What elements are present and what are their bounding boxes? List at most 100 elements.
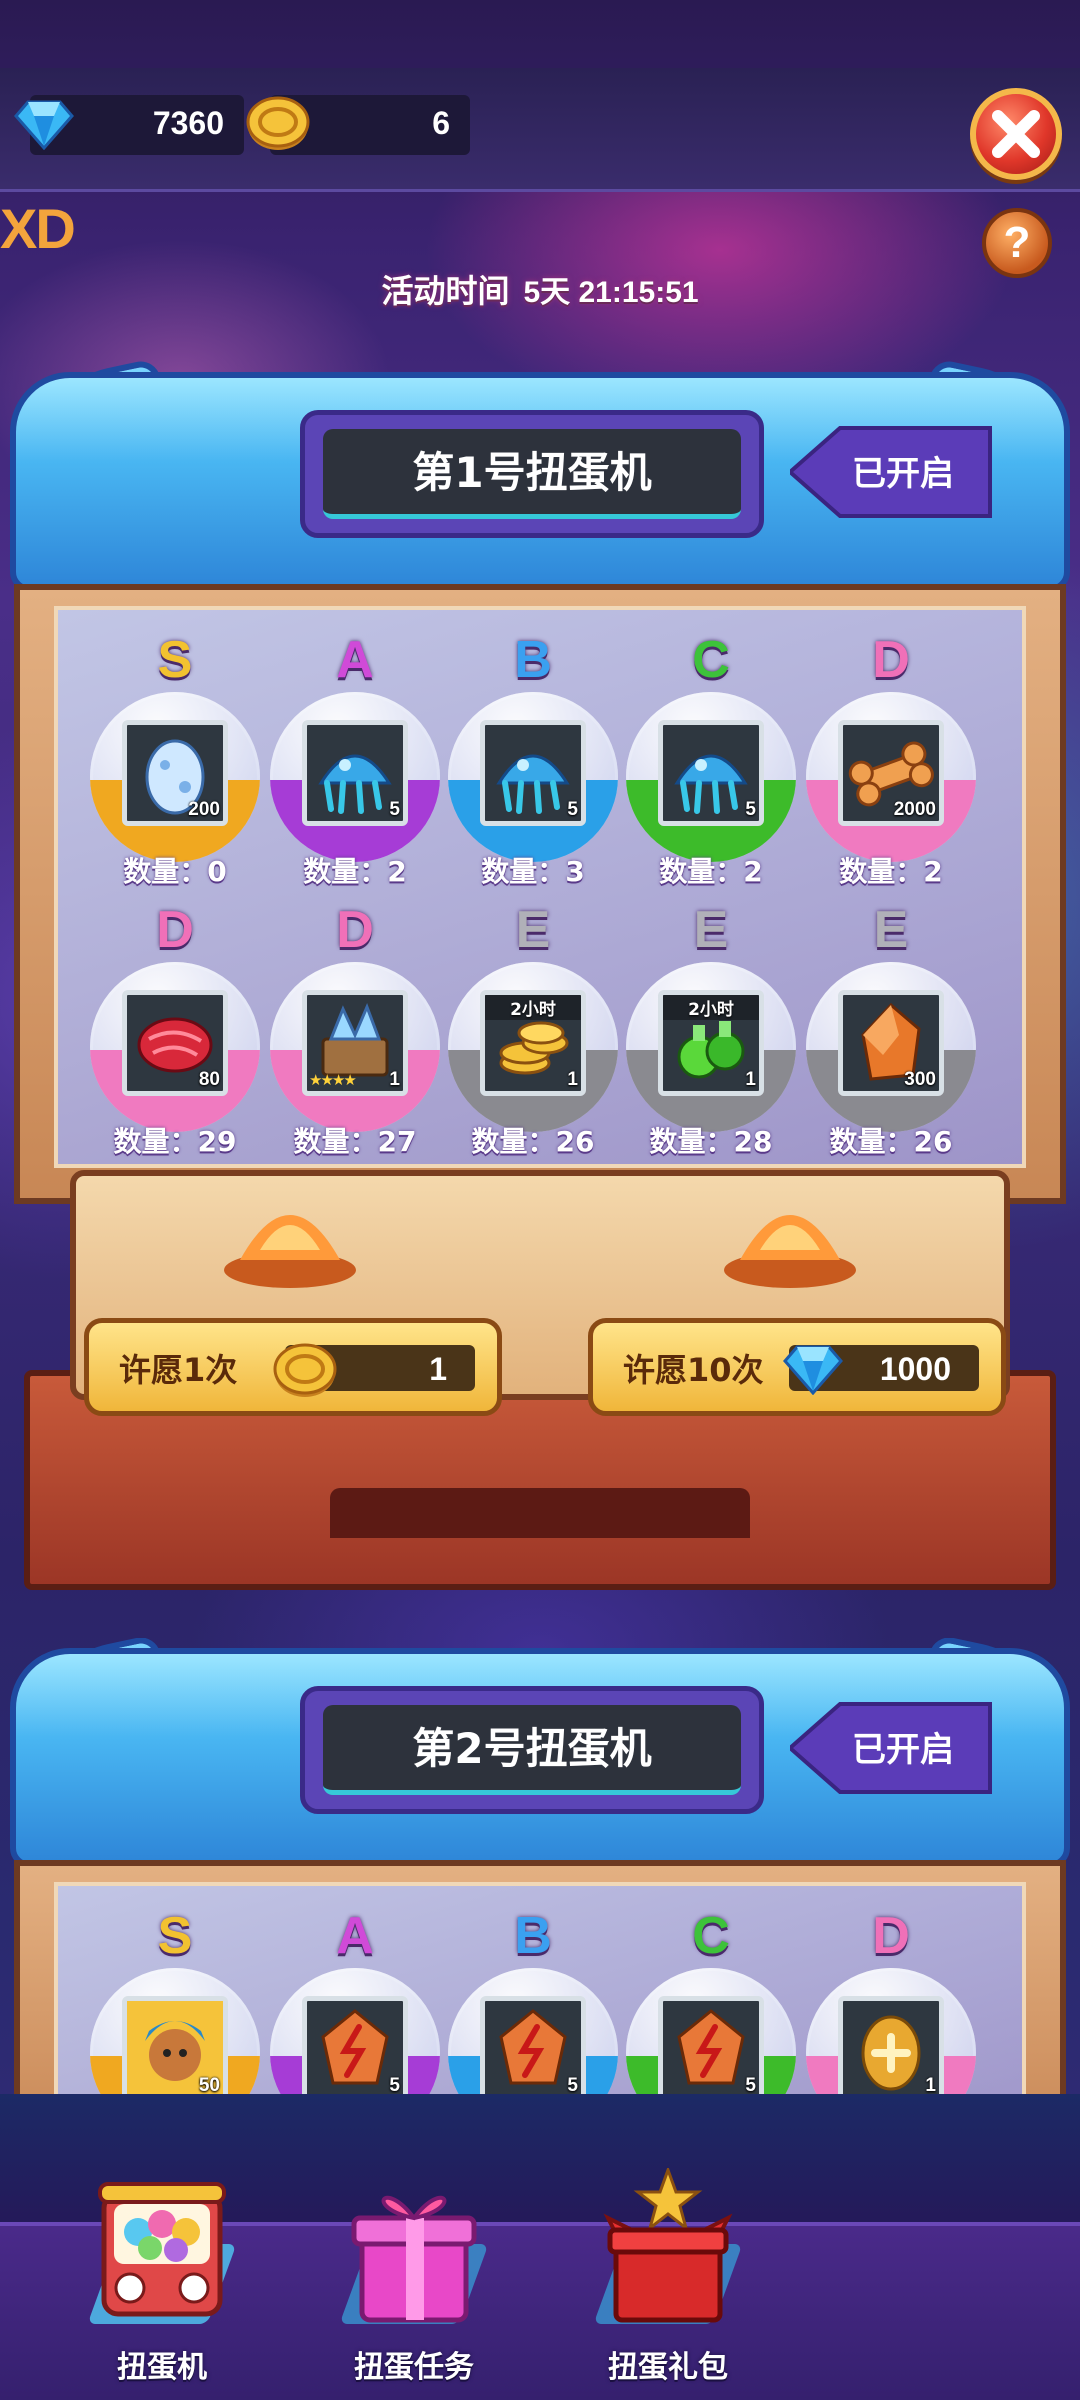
item-slot: 5 bbox=[658, 1996, 764, 2094]
item-slot: 5 bbox=[658, 720, 764, 826]
machine-title: 第2号扭蛋机 bbox=[323, 1705, 741, 1795]
capsule-ball[interactable]: 200 bbox=[90, 692, 260, 862]
capsule-grade: E bbox=[515, 901, 551, 959]
capsule-grade: B bbox=[514, 1907, 552, 1965]
capsule-quantity: 数量：2 bbox=[303, 855, 407, 888]
currency-bar: 7360 6 bbox=[0, 68, 1080, 192]
coin-icon bbox=[246, 96, 310, 150]
nav-label: 扭蛋礼包 bbox=[608, 2350, 728, 2385]
coin-icon bbox=[273, 1343, 337, 1397]
gem-icon bbox=[783, 1345, 843, 1395]
capsule-ball[interactable]: 5 bbox=[270, 1968, 440, 2094]
capsule-quantity: 数量：26 bbox=[829, 1125, 953, 1158]
wish-once-cost-value: 1 bbox=[429, 1351, 447, 1387]
item-count-badge: 5 bbox=[745, 2075, 756, 2094]
capsule-ball[interactable]: 5 bbox=[626, 692, 796, 862]
machine-title: 第1号扭蛋机 bbox=[323, 429, 741, 519]
nav-label: 扭蛋任务 bbox=[354, 2350, 474, 2385]
item-count-badge: 2000 bbox=[893, 799, 936, 820]
item-count-badge: 300 bbox=[904, 1069, 936, 1090]
press-button-left[interactable] bbox=[220, 1180, 360, 1290]
machine-status-tag: 已开启 bbox=[790, 426, 992, 518]
item-count-badge: 200 bbox=[188, 799, 220, 820]
wish-ten-button[interactable]: 许愿10次 1000 bbox=[588, 1318, 1006, 1416]
capsule-ball[interactable]: 50 bbox=[90, 1968, 260, 2094]
capsule-quantity: 数量：26 bbox=[471, 1125, 595, 1158]
nav-tab-capsule-tasks[interactable]: 扭蛋任务 bbox=[314, 2174, 514, 2394]
capsule-quantity: 数量：0 bbox=[123, 855, 227, 888]
capsule-ball[interactable]: 2小时 1 bbox=[626, 962, 796, 1132]
item-duration: 2小时 bbox=[485, 995, 581, 1020]
gift-box-icon bbox=[351, 2195, 477, 2323]
capsule-grade: A bbox=[336, 631, 374, 689]
capsule-grade: D bbox=[336, 901, 374, 959]
capsule-grade: E bbox=[873, 901, 909, 959]
close-button[interactable] bbox=[970, 88, 1062, 180]
capsule-grade: A bbox=[336, 1907, 374, 1965]
item-duration: 2小时 bbox=[663, 995, 759, 1020]
item-slot: 2000 bbox=[838, 720, 944, 826]
item-slot: 2小时 1 bbox=[658, 990, 764, 1096]
wish-once-button[interactable]: 许愿1次 1 bbox=[84, 1318, 502, 1416]
item-slot: 5 bbox=[302, 720, 408, 826]
item-count-badge: 1 bbox=[567, 1069, 578, 1090]
item-slot: 2小时 1 bbox=[480, 990, 586, 1096]
capsule-quantity: 数量：2 bbox=[839, 855, 943, 888]
capsule-machine-2: 第2号扭蛋机 已开启 S 50 A 5 B 5 C 5 D 1 bbox=[0, 1638, 1080, 2094]
activity-label: 活动时间 bbox=[381, 272, 510, 310]
machine-status: 已开启 bbox=[852, 454, 954, 494]
capsule-grade: B bbox=[514, 631, 552, 689]
item-slot: 1 bbox=[838, 1996, 944, 2094]
item-slot: 5 bbox=[480, 720, 586, 826]
capsule-ball[interactable]: 1 bbox=[806, 1968, 976, 2094]
machine-title-plate: 第2号扭蛋机 bbox=[300, 1686, 764, 1814]
capsule-machine-1: 第1号扭蛋机 已开启 S 200 数量：0 A 5 数量：2 B 5 数量：3 C 5 数量：2 D 20… bbox=[0, 357, 1080, 1602]
item-stars: ★★★★ bbox=[309, 1071, 357, 1089]
capsule-grade: E bbox=[693, 901, 729, 959]
gem-count: 7360 bbox=[152, 105, 224, 141]
gem-icon bbox=[14, 100, 74, 150]
item-slot: 80 bbox=[122, 990, 228, 1096]
capsule-grade: C bbox=[692, 631, 730, 689]
capsule-quantity: 数量：27 bbox=[293, 1125, 417, 1158]
press-button-right[interactable] bbox=[720, 1180, 860, 1290]
wish-ten-label: 许愿10次 bbox=[623, 1351, 764, 1389]
capsule-quantity: 数量：29 bbox=[113, 1125, 237, 1158]
machine-console: 许愿1次 1 许愿10次 1000 bbox=[24, 1170, 1056, 1590]
capsule-ball[interactable]: 5 bbox=[448, 1968, 618, 2094]
capsule-grade: D bbox=[872, 1907, 910, 1965]
activity-time: 活动时间 5天 21:15:51 bbox=[0, 266, 1080, 312]
item-count-badge: 5 bbox=[389, 2075, 400, 2094]
xd-logo: XD bbox=[0, 197, 76, 260]
capsule-quantity: 数量：2 bbox=[659, 855, 763, 888]
capsule-ball[interactable]: 5 bbox=[270, 692, 440, 862]
capsule-grade: S bbox=[157, 1907, 193, 1965]
item-slot: 5 bbox=[302, 1996, 408, 2094]
capsule-ball[interactable]: ★★★★ 1 bbox=[270, 962, 440, 1132]
item-count-badge: 50 bbox=[198, 2075, 220, 2094]
item-count-badge: 1 bbox=[389, 1069, 400, 1090]
item-count-badge: 1 bbox=[745, 1069, 756, 1090]
item-slot: 200 bbox=[122, 720, 228, 826]
capsule-ball[interactable]: 5 bbox=[448, 692, 618, 862]
capsule-grade: S bbox=[157, 631, 193, 689]
capsule-machine-icon bbox=[98, 2182, 226, 2317]
item-count-badge: 5 bbox=[567, 2075, 578, 2094]
nav-label: 扭蛋机 bbox=[117, 2350, 207, 2385]
capsule-ball[interactable]: 5 bbox=[626, 1968, 796, 2094]
capsule-ball[interactable]: 2小时 1 bbox=[448, 962, 618, 1132]
nav-tab-capsule-packs[interactable]: 扭蛋礼包 bbox=[568, 2168, 768, 2394]
item-count-badge: 1 bbox=[925, 2075, 936, 2094]
capsule-ball[interactable]: 300 bbox=[806, 962, 976, 1132]
console-slot bbox=[330, 1488, 750, 1538]
bottom-nav: 扭蛋机 扭蛋任务 扭蛋礼包 bbox=[0, 2094, 1080, 2400]
capsule-ball[interactable]: 2000 bbox=[806, 692, 976, 862]
item-count-badge: 5 bbox=[567, 799, 578, 820]
capsule-grade: C bbox=[692, 1907, 730, 1965]
capsule-ball[interactable]: 80 bbox=[90, 962, 260, 1132]
wish-ten-cost-value: 1000 bbox=[879, 1351, 951, 1387]
nav-tab-capsule-machine[interactable]: 扭蛋机 bbox=[62, 2174, 262, 2394]
item-slot: 50 bbox=[122, 1996, 228, 2094]
capsule-quantity: 数量：3 bbox=[481, 855, 585, 888]
item-count-badge: 80 bbox=[198, 1069, 220, 1090]
